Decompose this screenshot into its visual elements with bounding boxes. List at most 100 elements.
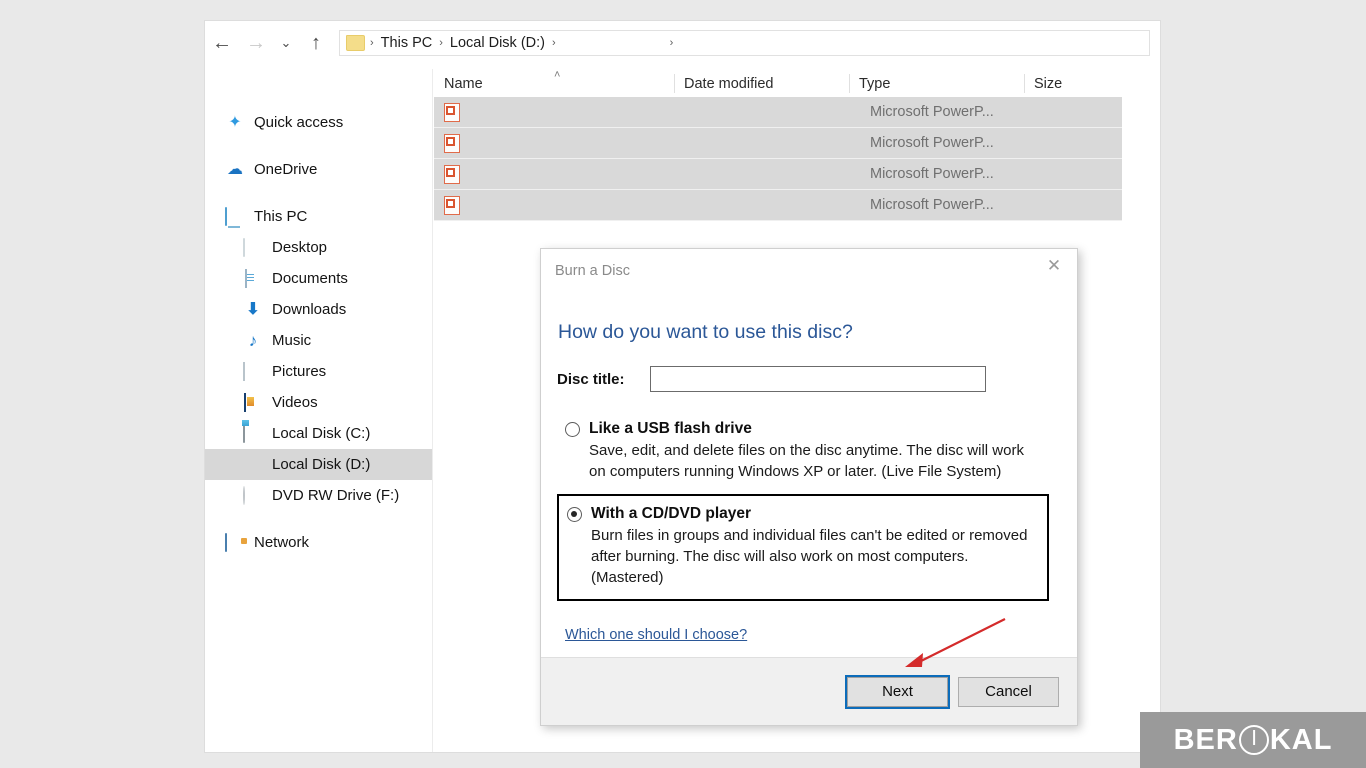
address-bar[interactable]: › This PC › Local Disk (D:) › › (339, 30, 1150, 56)
document-icon (243, 269, 263, 288)
sidebar-item-label: Documents (272, 270, 348, 287)
column-header-name[interactable]: Name ˄ (434, 69, 674, 97)
watermark-text-after: KAL (1269, 723, 1333, 756)
breadcrumb-item-this-pc[interactable]: This PC (376, 35, 438, 51)
radio-with-cd-dvd-player[interactable] (567, 506, 582, 522)
disc-title-row: Disc title: (557, 366, 1049, 392)
breadcrumb-separator: › (370, 37, 374, 49)
dialog-body: How do you want to use this disc? Disc t… (541, 293, 1077, 644)
sidebar-item-documents[interactable]: Documents (205, 263, 432, 294)
watermark-text-before: BER (1173, 723, 1238, 756)
powerpoint-file-icon (444, 164, 460, 184)
back-button[interactable]: ← (205, 26, 239, 60)
picture-icon (243, 362, 263, 381)
sidebar-item-label: Desktop (272, 239, 328, 256)
breadcrumb-item-local-disk-d[interactable]: Local Disk (D:) (445, 35, 550, 51)
sidebar-item-label: Local Disk (C:) (272, 425, 371, 442)
disc-title-input[interactable] (650, 366, 986, 392)
powerpoint-file-icon (444, 133, 460, 153)
file-type-cell: Microsoft PowerP... (870, 104, 994, 120)
sidebar-item-label: Local Disk (D:) (272, 456, 371, 473)
cancel-button[interactable]: Cancel (958, 676, 1059, 707)
file-type-cell: Microsoft PowerP... (870, 197, 994, 213)
option-description: Save, edit, and delete files on the disc… (589, 442, 1024, 480)
burn-a-disc-dialog: Burn a Disc ✕ How do you want to use thi… (540, 248, 1078, 726)
powerpoint-file-icon (444, 102, 460, 122)
dialog-title: Burn a Disc (555, 263, 630, 279)
column-header-size-label: Size (1034, 76, 1063, 92)
desktop-icon (243, 238, 263, 257)
optical-disc-icon (243, 486, 263, 505)
close-icon[interactable]: ✕ (1031, 251, 1077, 281)
cloud-icon: ☁ (227, 161, 243, 178)
navigation-bar: ← → ⌄ ↑ › This PC › Local Disk (D:) › › (205, 21, 1160, 65)
sidebar-item-onedrive[interactable]: ☁ OneDrive (205, 154, 432, 185)
sidebar-item-label: Downloads (272, 301, 347, 318)
sidebar-item-label: Music (272, 332, 312, 349)
navigation-pane: ✦ Quick access ☁ OneDrive This PC Deskto… (205, 69, 433, 752)
hard-drive-icon (243, 456, 263, 473)
screenshot-root: ← → ⌄ ↑ › This PC › Local Disk (D:) › › … (0, 0, 1366, 768)
table-row[interactable]: Microsoft PowerP... (434, 128, 1122, 159)
recent-locations-button[interactable]: ⌄ (273, 26, 299, 60)
option-description: Burn files in groups and individual file… (591, 527, 1028, 586)
sidebar-item-label: Videos (272, 394, 318, 411)
sidebar-item-quick-access[interactable]: ✦ Quick access (205, 107, 432, 138)
sidebar-item-music[interactable]: ♪ Music (205, 325, 432, 356)
star-icon: ✦ (228, 114, 242, 131)
radio-like-usb-flash-drive[interactable] (565, 421, 580, 437)
table-row[interactable]: Microsoft PowerP... (434, 159, 1122, 190)
option-header: With a CD/DVD player (567, 505, 1039, 523)
column-header-row: Name ˄ Date modified Type Size (434, 69, 1160, 98)
music-note-icon: ♪ (248, 331, 258, 350)
dialog-footer: Next Cancel (541, 657, 1077, 725)
option-like-a-usb-flash-drive[interactable]: Like a USB flash drive Save, edit, and d… (557, 414, 1049, 488)
breadcrumb-separator: › (669, 37, 674, 49)
dialog-title-bar: Burn a Disc ✕ (541, 249, 1077, 293)
column-header-date-modified[interactable]: Date modified (674, 69, 849, 97)
watermark-text: BER KAL (1174, 724, 1333, 757)
sidebar-item-label: Pictures (272, 363, 327, 380)
sidebar-item-local-disk-c[interactable]: Local Disk (C:) (205, 418, 432, 449)
sidebar-item-downloads[interactable]: ⬇ Downloads (205, 294, 432, 325)
column-header-type-label: Type (859, 76, 891, 92)
breadcrumb-redacted-segment (557, 36, 668, 50)
column-header-name-label: Name (444, 76, 483, 92)
option-title: Like a USB flash drive (589, 420, 752, 437)
column-header-size[interactable]: Size (1024, 69, 1144, 97)
sidebar-item-label: DVD RW Drive (F:) (272, 487, 400, 504)
option-header: Like a USB flash drive (565, 420, 1041, 438)
sidebar-item-pictures[interactable]: Pictures (205, 356, 432, 387)
sidebar-item-label: This PC (254, 208, 308, 225)
next-button[interactable]: Next (845, 674, 950, 709)
table-row[interactable]: Microsoft PowerP... (434, 190, 1122, 221)
folder-icon (346, 35, 365, 51)
file-type-cell: Microsoft PowerP... (870, 166, 994, 182)
which-one-should-i-choose-link[interactable]: Which one should I choose? (565, 627, 747, 643)
sidebar-item-network[interactable]: Network (205, 527, 432, 558)
column-header-type[interactable]: Type (849, 69, 1024, 97)
leaf-icon (1238, 725, 1269, 755)
download-icon: ⬇ (246, 301, 260, 318)
column-header-date-label: Date modified (684, 76, 774, 92)
table-row[interactable]: Microsoft PowerP... (434, 97, 1122, 128)
sidebar-item-label: Quick access (254, 114, 344, 131)
network-icon (225, 533, 245, 552)
file-type-cell: Microsoft PowerP... (870, 135, 994, 151)
sidebar-item-videos[interactable]: Videos (205, 387, 432, 418)
sidebar-item-this-pc[interactable]: This PC (205, 201, 432, 232)
sidebar-item-local-disk-d[interactable]: Local Disk (D:) (205, 449, 432, 480)
hard-drive-system-icon (243, 424, 263, 443)
forward-button[interactable]: → (239, 26, 273, 60)
sidebar-item-label: OneDrive (254, 161, 318, 178)
breadcrumb-separator: › (552, 37, 556, 49)
disc-title-label: Disc title: (557, 370, 625, 388)
option-with-a-cd-dvd-player[interactable]: With a CD/DVD player Burn files in group… (557, 494, 1049, 601)
monitor-icon (225, 207, 245, 226)
sort-ascending-icon: ˄ (554, 69, 561, 81)
sidebar-item-desktop[interactable]: Desktop (205, 232, 432, 263)
watermark: BER KAL (1140, 712, 1366, 768)
video-icon (243, 393, 263, 412)
sidebar-item-dvd-rw-drive-f[interactable]: DVD RW Drive (F:) (205, 480, 432, 511)
up-button[interactable]: ↑ (299, 26, 333, 60)
